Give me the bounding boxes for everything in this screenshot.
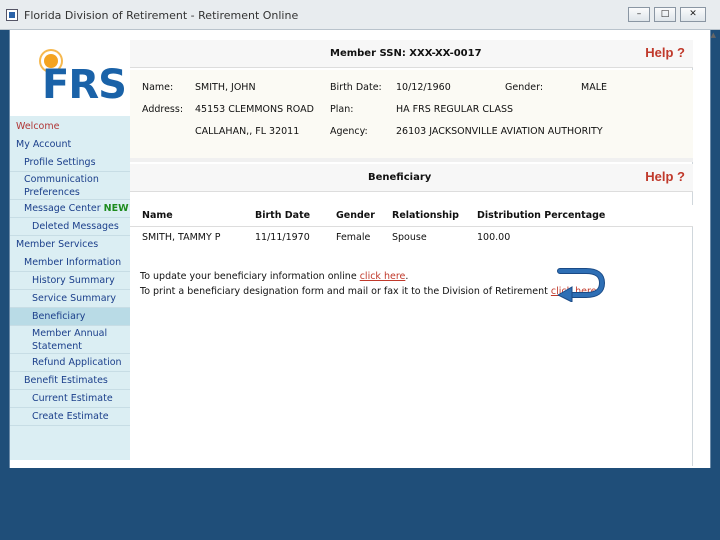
col-name: Name	[142, 210, 173, 221]
section-divider	[130, 158, 693, 162]
plan-label: Plan:	[330, 104, 354, 115]
col-relationship: Relationship	[392, 210, 459, 221]
beneficiary-table-header: Name Birth Date Gender Relationship Dist…	[130, 205, 693, 227]
app-window-icon	[6, 9, 18, 21]
u-turn-arrow-icon	[556, 268, 606, 302]
bottom-panel	[9, 468, 711, 540]
nav-member-annual-statement[interactable]: Member Annual Statement	[10, 326, 130, 354]
beneficiary-name: SMITH, TAMMY P	[142, 232, 221, 243]
col-birth-date: Birth Date	[255, 210, 311, 221]
sidebar: FRS Welcome My Account Profile Settings …	[10, 40, 133, 460]
nav-communication-label-2: Preferences	[24, 187, 80, 198]
update-instruction-text: To update your beneficiary information o…	[140, 271, 360, 282]
member-address-line2: CALLAHAN,, FL 32011	[195, 126, 300, 137]
nav-create-estimate[interactable]: Create Estimate	[10, 408, 130, 426]
print-instruction: To print a beneficiary designation form …	[140, 286, 600, 297]
member-address-line1: 45153 CLEMMONS ROAD	[195, 104, 314, 115]
nav-member-information[interactable]: Member Information	[10, 254, 130, 272]
nav-message-center[interactable]: Message Center NEW!	[10, 200, 133, 218]
close-button[interactable]: ✕	[680, 7, 706, 22]
nav-refund-application[interactable]: Refund Application	[10, 354, 130, 372]
gender-label: Gender:	[505, 82, 544, 93]
print-instruction-text: To print a beneficiary designation form …	[140, 286, 551, 297]
col-gender: Gender	[336, 210, 375, 221]
maximize-button[interactable]: □	[654, 7, 676, 22]
minimize-button[interactable]: –	[628, 7, 650, 22]
update-instruction-end: .	[405, 271, 409, 282]
nav-message-center-label: Message Center	[24, 203, 101, 214]
sidebar-nav: Welcome My Account Profile Settings Comm…	[10, 118, 133, 426]
address-label: Address:	[142, 104, 184, 115]
member-header: Member SSN: XXX-XX-0017 Help ?	[130, 40, 693, 68]
nav-beneficiary[interactable]: Beneficiary	[10, 308, 130, 326]
member-info-panel: Name: SMITH, JOHN Birth Date: 10/12/1960…	[130, 70, 693, 158]
nav-my-account[interactable]: My Account	[10, 136, 130, 154]
beneficiary-title: Beneficiary	[368, 172, 432, 183]
nav-service-summary[interactable]: Service Summary	[10, 290, 130, 308]
beneficiary-gender: Female	[336, 232, 371, 243]
window-titlebar: Florida Division of Retirement - Retirem…	[0, 0, 720, 30]
member-plan: HA FRS REGULAR CLASS	[396, 104, 514, 115]
member-gender: MALE	[581, 82, 607, 93]
main-content: Member SSN: XXX-XX-0017 Help ? Name: SMI…	[130, 40, 693, 466]
member-help-link[interactable]: Help ?	[645, 45, 685, 60]
nav-annual-label-1: Member Annual	[32, 328, 108, 339]
name-label: Name:	[142, 82, 174, 93]
beneficiary-percentage: 100.00	[477, 232, 511, 243]
beneficiary-help-link[interactable]: Help ?	[645, 169, 685, 184]
update-instruction: To update your beneficiary information o…	[140, 271, 408, 282]
nav-history-summary[interactable]: History Summary	[10, 272, 130, 290]
nav-current-estimate[interactable]: Current Estimate	[10, 390, 130, 408]
member-birth-date: 10/12/1960	[396, 82, 451, 93]
nav-annual-label-2: Statement	[32, 341, 82, 352]
beneficiary-birth-date: 11/11/1970	[255, 232, 310, 243]
member-agency: 26103 JACKSONVILLE AVIATION AUTHORITY	[396, 126, 603, 137]
col-distribution-percentage: Distribution Percentage	[477, 210, 606, 221]
nav-welcome[interactable]: Welcome	[10, 118, 130, 136]
window-title: Florida Division of Retirement - Retirem…	[24, 9, 299, 22]
beneficiary-relationship: Spouse	[392, 232, 427, 243]
new-badge: NEW!	[103, 203, 133, 214]
logo: FRS	[10, 40, 130, 116]
nav-benefit-estimates[interactable]: Benefit Estimates	[10, 372, 130, 390]
nav-deleted-messages[interactable]: Deleted Messages	[10, 218, 130, 236]
nav-communication-preferences[interactable]: Communication Preferences	[10, 172, 130, 200]
frs-logo-text: FRS	[42, 62, 127, 108]
beneficiary-header: Beneficiary Help ?	[130, 164, 693, 192]
table-row: SMITH, TAMMY P 11/11/1970 Female Spouse …	[130, 228, 693, 248]
agency-label: Agency:	[330, 126, 368, 137]
nav-member-services[interactable]: Member Services	[10, 236, 130, 254]
nav-profile-settings[interactable]: Profile Settings	[10, 154, 130, 172]
update-click-here-link[interactable]: click here	[360, 271, 406, 282]
member-ssn-title: Member SSN: XXX-XX-0017	[330, 48, 482, 59]
scroll-up-icon[interactable]: ▲	[711, 31, 716, 39]
birth-date-label: Birth Date:	[330, 82, 382, 93]
nav-communication-label-1: Communication	[24, 174, 99, 185]
member-name: SMITH, JOHN	[195, 82, 256, 93]
